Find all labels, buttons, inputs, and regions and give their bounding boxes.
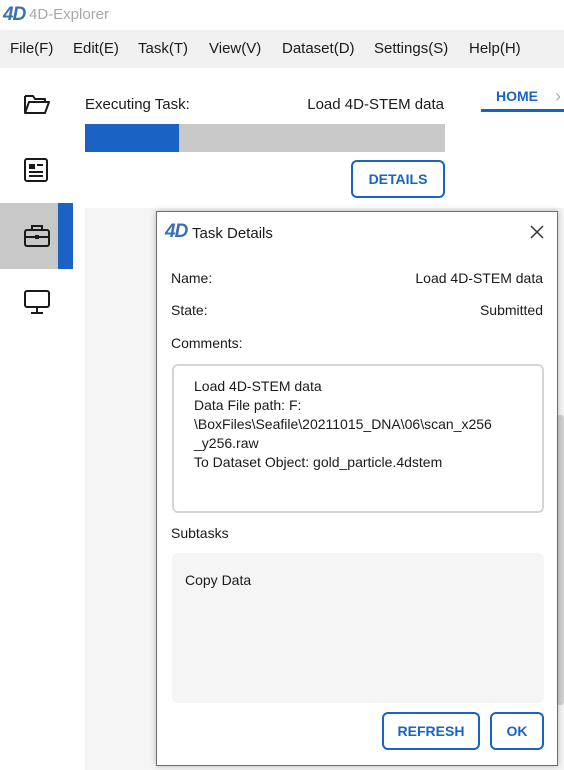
name-label: Name:	[171, 270, 213, 286]
monitor-icon	[24, 290, 50, 314]
chevron-right-icon[interactable]: ›	[555, 86, 561, 107]
active-indicator	[58, 203, 73, 269]
sidebar-item-display[interactable]	[0, 269, 73, 335]
state-label: State:	[171, 302, 208, 318]
sidebar-item-info[interactable]	[0, 137, 73, 203]
folder-open-icon	[24, 95, 50, 114]
refresh-button[interactable]: REFRESH	[382, 712, 480, 750]
details-button[interactable]: DETAILS	[351, 160, 445, 198]
dialog-logo: 4D	[165, 221, 188, 242]
state-value: Submitted	[479, 302, 543, 318]
list-item[interactable]: Copy Data	[185, 572, 251, 588]
close-icon[interactable]	[529, 224, 545, 240]
progress-fill	[85, 124, 179, 152]
menu-dataset[interactable]: Dataset(D)	[282, 40, 355, 57]
id-card-icon	[24, 158, 48, 182]
task-progress-bar	[85, 124, 445, 152]
subtasks-label: Subtasks	[171, 525, 229, 541]
app-logo: 4D	[3, 4, 26, 25]
comments-textarea[interactable]: Load 4D-STEM data Data File path: F: \Bo…	[172, 364, 544, 513]
briefcase-icon	[24, 225, 50, 247]
executing-task-name: Load 4D-STEM data	[307, 96, 444, 113]
menu-settings[interactable]: Settings(S)	[374, 40, 448, 57]
ok-button[interactable]: OK	[490, 712, 544, 750]
dialog-title: Task Details	[192, 225, 273, 242]
menu-view[interactable]: View(V)	[209, 40, 261, 57]
sidebar	[0, 68, 73, 770]
menu-file[interactable]: File(F)	[10, 40, 53, 57]
comments-text: Load 4D-STEM data Data File path: F: \Bo…	[194, 378, 492, 470]
menu-edit[interactable]: Edit(E)	[73, 40, 119, 57]
sidebar-item-tasks[interactable]	[0, 203, 73, 269]
subtasks-list: Copy Data	[172, 553, 544, 703]
menu-help[interactable]: Help(H)	[469, 40, 521, 57]
task-details-dialog: 4D Task Details Name: Load 4D-STEM data …	[156, 211, 558, 766]
title-bar: 4D 4D-Explorer	[0, 0, 564, 30]
tab-home[interactable]: HOME ›	[481, 86, 564, 112]
sidebar-item-files[interactable]	[0, 71, 73, 137]
app-title: 4D-Explorer	[29, 6, 110, 23]
executing-label: Executing Task:	[85, 96, 190, 113]
menu-bar: File(F) Edit(E) Task(T) View(V) Dataset(…	[0, 30, 564, 68]
name-value: Load 4D-STEM data	[415, 270, 543, 286]
comments-label: Comments:	[171, 335, 243, 351]
tab-home-label: HOME	[496, 88, 538, 104]
menu-task[interactable]: Task(T)	[138, 40, 188, 57]
